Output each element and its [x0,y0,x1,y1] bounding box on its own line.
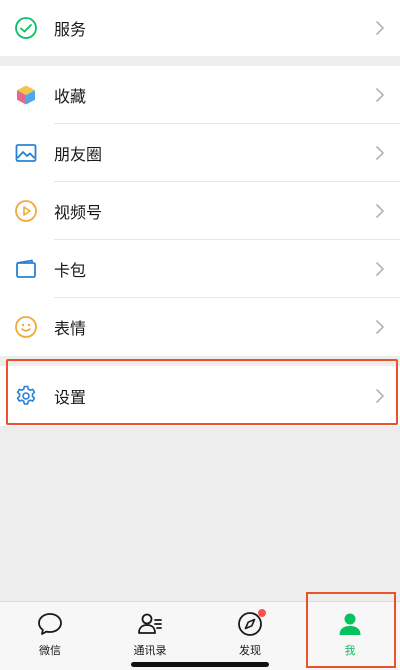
tab-label: 微信 [39,644,61,657]
menu-item-card-wallet[interactable]: 卡包 [0,240,400,298]
person-icon [336,610,364,638]
chevron-right-icon [376,204,384,218]
chevron-right-icon [376,320,384,334]
card-wallet-icon [14,257,38,281]
me-page: 服务 收藏 朋友圈 视频号 卡包 表情 设置 微信 通讯录 发现 我 [0,0,400,670]
menu-item-channels[interactable]: 视频号 [0,182,400,240]
menu-item-label: 设置 [54,388,87,407]
channels-play-icon [14,199,38,223]
menu-item-favorites[interactable]: 收藏 [0,66,400,124]
chevron-right-icon [376,21,384,35]
menu-item-label: 服务 [54,20,87,39]
tab-chats[interactable]: 微信 [0,602,100,670]
section-gap [0,56,400,66]
moments-picture-icon [14,141,38,165]
home-indicator [131,662,269,667]
settings-group: 设置 [0,366,400,426]
chevron-right-icon [376,88,384,102]
chevron-right-icon [376,389,384,403]
notification-dot [258,609,266,617]
compass-icon [236,609,266,638]
contacts-icon [136,610,164,638]
menu-item-label: 朋友圈 [54,145,103,164]
wechat-pay-icon [14,16,38,40]
tab-label: 我 [344,644,356,657]
gear-icon [14,384,38,408]
sticker-smile-icon [14,315,38,339]
chat-bubble-icon [36,610,64,638]
tab-label: 发现 [239,644,261,657]
menu-item-moments[interactable]: 朋友圈 [0,124,400,182]
menu-item-label: 收藏 [54,87,87,106]
menu-item-services[interactable]: 服务 [0,0,400,56]
tab-me[interactable]: 我 [300,602,400,670]
services-group: 服务 [0,0,400,56]
menu-item-stickers[interactable]: 表情 [0,298,400,356]
section-gap [0,356,400,366]
main-menu-group: 收藏 朋友圈 视频号 卡包 表情 [0,66,400,356]
menu-item-label: 表情 [54,319,87,338]
favorites-cube-icon [14,83,38,107]
chevron-right-icon [376,146,384,160]
tab-label: 通讯录 [133,644,167,657]
menu-item-settings[interactable]: 设置 [0,366,400,426]
tab-contacts[interactable]: 通讯录 [100,602,200,670]
tab-discover[interactable]: 发现 [200,602,300,670]
bottom-tab-bar: 微信 通讯录 发现 我 [0,601,400,670]
chevron-right-icon [376,262,384,276]
menu-item-label: 卡包 [54,261,87,280]
menu-item-label: 视频号 [54,203,103,222]
